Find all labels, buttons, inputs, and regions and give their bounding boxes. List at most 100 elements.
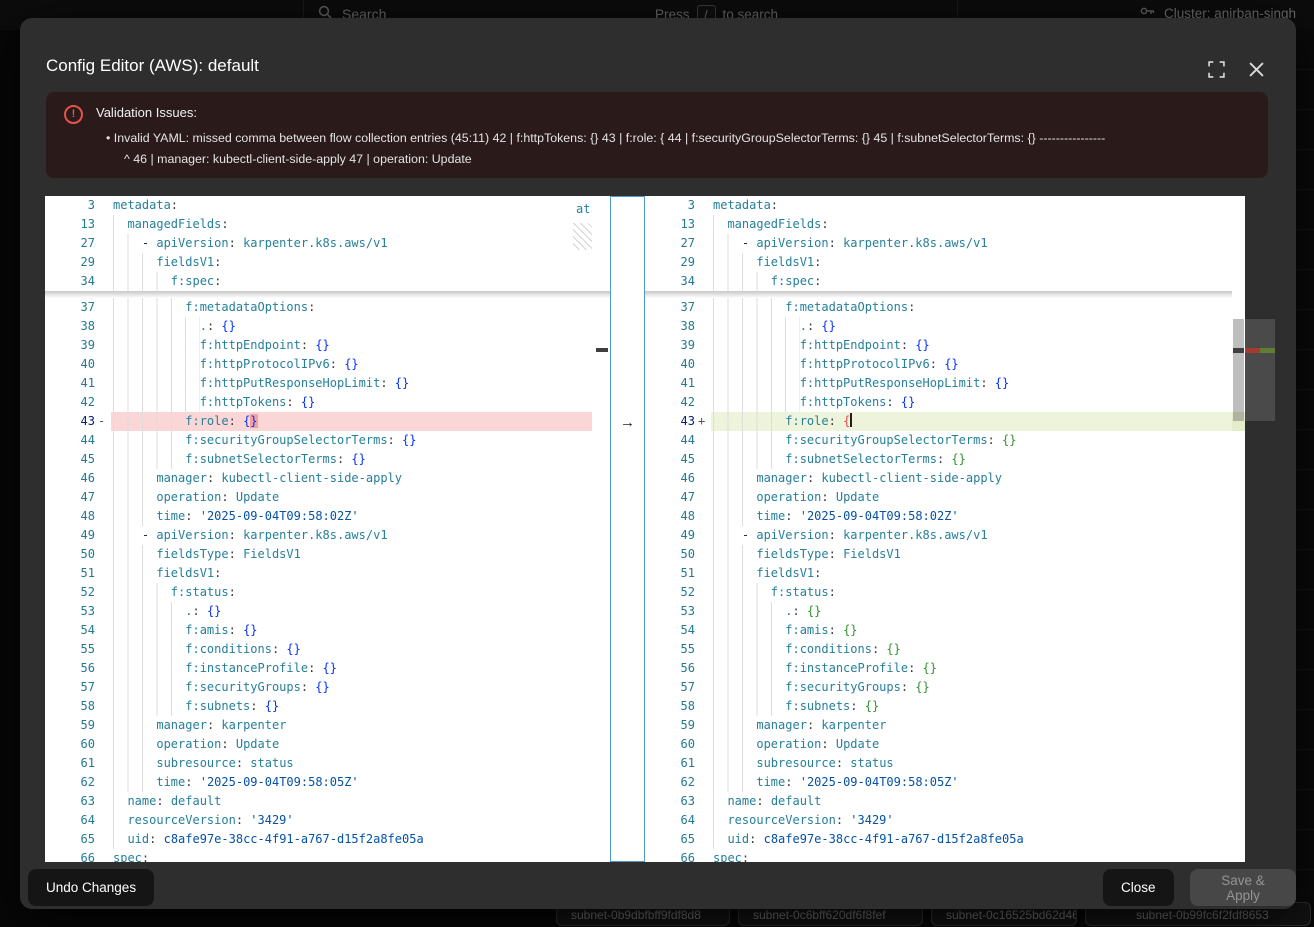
diff-sash[interactable]: →: [610, 196, 645, 862]
code-line[interactable]: 44 f:securityGroupSelectorTerms: {}: [645, 431, 1232, 450]
code-line[interactable]: 57 f:securityGroups: {}: [645, 678, 1232, 697]
sticky-scroll-modified: 3metadata:13 managedFields:27 - apiVersi…: [645, 196, 1232, 291]
code-line[interactable]: 39 f:httpEndpoint: {}: [45, 336, 592, 355]
scrollbar-slider[interactable]: [1233, 319, 1244, 421]
code-line[interactable]: 27 - apiVersion: karpenter.k8s.aws/v1: [45, 234, 592, 253]
code-line[interactable]: 62 time: '2025-09-04T09:58:05Z': [45, 773, 592, 792]
line-number: 55: [645, 640, 695, 659]
code-line[interactable]: 66spec:: [45, 849, 592, 862]
code-line[interactable]: 57 f:securityGroups: {}: [45, 678, 592, 697]
code-line[interactable]: 54 f:amis: {}: [645, 621, 1232, 640]
code-line[interactable]: 63 name: default: [45, 792, 592, 811]
undo-changes-button[interactable]: Undo Changes: [28, 869, 154, 906]
code-line[interactable]: 55 f:conditions: {}: [45, 640, 592, 659]
code-line[interactable]: 42 f:httpTokens: {}: [645, 393, 1232, 412]
line-number: 47: [45, 488, 95, 507]
code-line[interactable]: 56 f:instanceProfile: {}: [645, 659, 1232, 678]
code-line[interactable]: 44 f:securityGroupSelectorTerms: {}: [45, 431, 592, 450]
code-line[interactable]: 45 f:subnetSelectorTerms: {}: [645, 450, 1232, 469]
code-line[interactable]: 47 operation: Update: [645, 488, 1232, 507]
code-line[interactable]: 51 fieldsV1:: [45, 564, 592, 583]
code-line[interactable]: 46 manager: kubectl-client-side-apply: [45, 469, 592, 488]
diff-overview-ruler[interactable]: [1245, 196, 1275, 862]
code-line[interactable]: 64 resourceVersion: '3429': [645, 811, 1232, 830]
code-line[interactable]: 34 f:spec:: [45, 272, 592, 291]
line-number: 37: [45, 298, 95, 317]
code-line[interactable]: 13 managedFields:: [645, 215, 1232, 234]
line-number: 58: [645, 697, 695, 716]
line-number: 49: [645, 526, 695, 545]
diff-diagonal-fill: [573, 223, 592, 250]
code-line[interactable]: 37 f:metadataOptions:: [645, 298, 1232, 317]
line-number: 53: [645, 602, 695, 621]
code-line[interactable]: 55 f:conditions: {}: [645, 640, 1232, 659]
code-line[interactable]: 37 f:metadataOptions:: [45, 298, 592, 317]
code-line[interactable]: 52 f:status:: [45, 583, 592, 602]
close-button[interactable]: Close: [1103, 869, 1174, 906]
line-number: 57: [45, 678, 95, 697]
code-line[interactable]: 42 f:httpTokens: {}: [45, 393, 592, 412]
line-number: 40: [45, 355, 95, 374]
code-line[interactable]: 60 operation: Update: [45, 735, 592, 754]
code-line[interactable]: 66spec:: [645, 849, 1232, 862]
code-line[interactable]: 52 f:status:: [645, 583, 1232, 602]
modified-scrollbar[interactable]: [1232, 196, 1245, 862]
line-number: 46: [45, 469, 95, 488]
code-line[interactable]: 13 managedFields:: [45, 215, 592, 234]
code-line[interactable]: 53 .: {}: [645, 602, 1232, 621]
code-line[interactable]: 46 manager: kubectl-client-side-apply: [645, 469, 1232, 488]
code-line[interactable]: 63 name: default: [645, 792, 1232, 811]
code-line[interactable]: 59 manager: karpenter: [645, 716, 1232, 735]
code-line[interactable]: 41 f:httpPutResponseHopLimit: {}: [45, 374, 592, 393]
code-line[interactable]: 60 operation: Update: [645, 735, 1232, 754]
code-line[interactable]: 34 f:spec:: [645, 272, 1232, 291]
line-number: 34: [45, 272, 95, 291]
code-line[interactable]: 41 f:httpPutResponseHopLimit: {}: [645, 374, 1232, 393]
code-line[interactable]: 48 time: '2025-09-04T09:58:02Z': [645, 507, 1232, 526]
code-line[interactable]: 45 f:subnetSelectorTerms: {}: [45, 450, 592, 469]
diff-sign: +: [698, 412, 712, 431]
code-line[interactable]: 48 time: '2025-09-04T09:58:02Z': [45, 507, 592, 526]
line-number: 51: [45, 564, 95, 583]
code-line[interactable]: 29 fieldsV1:: [45, 253, 592, 272]
code-line[interactable]: 59 manager: karpenter: [45, 716, 592, 735]
code-line[interactable]: 53 .: {}: [45, 602, 592, 621]
code-line[interactable]: 29 fieldsV1:: [645, 253, 1232, 272]
revert-change-arrow[interactable]: →: [611, 413, 644, 432]
code-line[interactable]: 54 f:amis: {}: [45, 621, 592, 640]
code-line[interactable]: 27 - apiVersion: karpenter.k8s.aws/v1: [645, 234, 1232, 253]
line-number: 38: [45, 317, 95, 336]
fullscreen-button[interactable]: [1206, 62, 1226, 82]
code-line[interactable]: 58 f:subnets: {}: [645, 697, 1232, 716]
code-line[interactable]: 50 fieldsType: FieldsV1: [45, 545, 592, 564]
save-apply-button[interactable]: Save & Apply: [1190, 869, 1296, 906]
validation-line1: Invalid YAML: missed comma between flow …: [114, 131, 1105, 145]
code-line[interactable]: 40 f:httpProtocolIPv6: {}: [645, 355, 1232, 374]
line-number: 55: [45, 640, 95, 659]
code-line[interactable]: 43+ f:role: {: [645, 412, 1232, 431]
code-line[interactable]: 47 operation: Update: [45, 488, 592, 507]
code-line[interactable]: 40 f:httpProtocolIPv6: {}: [45, 355, 592, 374]
code-line[interactable]: 49 - apiVersion: karpenter.k8s.aws/v1: [645, 526, 1232, 545]
code-line[interactable]: 65 uid: c8afe97e-38cc-4f91-a767-d15f2a8f…: [45, 830, 592, 849]
line-number: 63: [45, 792, 95, 811]
line-number: 13: [45, 215, 95, 234]
code-line[interactable]: 43- f:role: {}: [45, 412, 592, 431]
code-line[interactable]: 64 resourceVersion: '3429': [45, 811, 592, 830]
validation-banner: ! Validation Issues: • Invalid YAML: mis…: [46, 92, 1268, 178]
code-line[interactable]: 38 .: {}: [45, 317, 592, 336]
code-line[interactable]: 56 f:instanceProfile: {}: [45, 659, 592, 678]
code-line[interactable]: 51 fieldsV1:: [645, 564, 1232, 583]
code-line[interactable]: 38 .: {}: [645, 317, 1232, 336]
code-line[interactable]: 62 time: '2025-09-04T09:58:05Z': [645, 773, 1232, 792]
code-line[interactable]: 65 uid: c8afe97e-38cc-4f91-a767-d15f2a8f…: [645, 830, 1232, 849]
code-line[interactable]: 3metadata:: [45, 196, 592, 215]
code-line[interactable]: 58 f:subnets: {}: [45, 697, 592, 716]
code-line[interactable]: 50 fieldsType: FieldsV1: [645, 545, 1232, 564]
code-line[interactable]: 61 subresource: status: [645, 754, 1232, 773]
code-line[interactable]: 39 f:httpEndpoint: {}: [645, 336, 1232, 355]
code-line[interactable]: 49 - apiVersion: karpenter.k8s.aws/v1: [45, 526, 592, 545]
code-line[interactable]: 3metadata:: [645, 196, 1232, 215]
code-line[interactable]: 61 subresource: status: [45, 754, 592, 773]
close-dialog-button[interactable]: [1246, 62, 1266, 82]
